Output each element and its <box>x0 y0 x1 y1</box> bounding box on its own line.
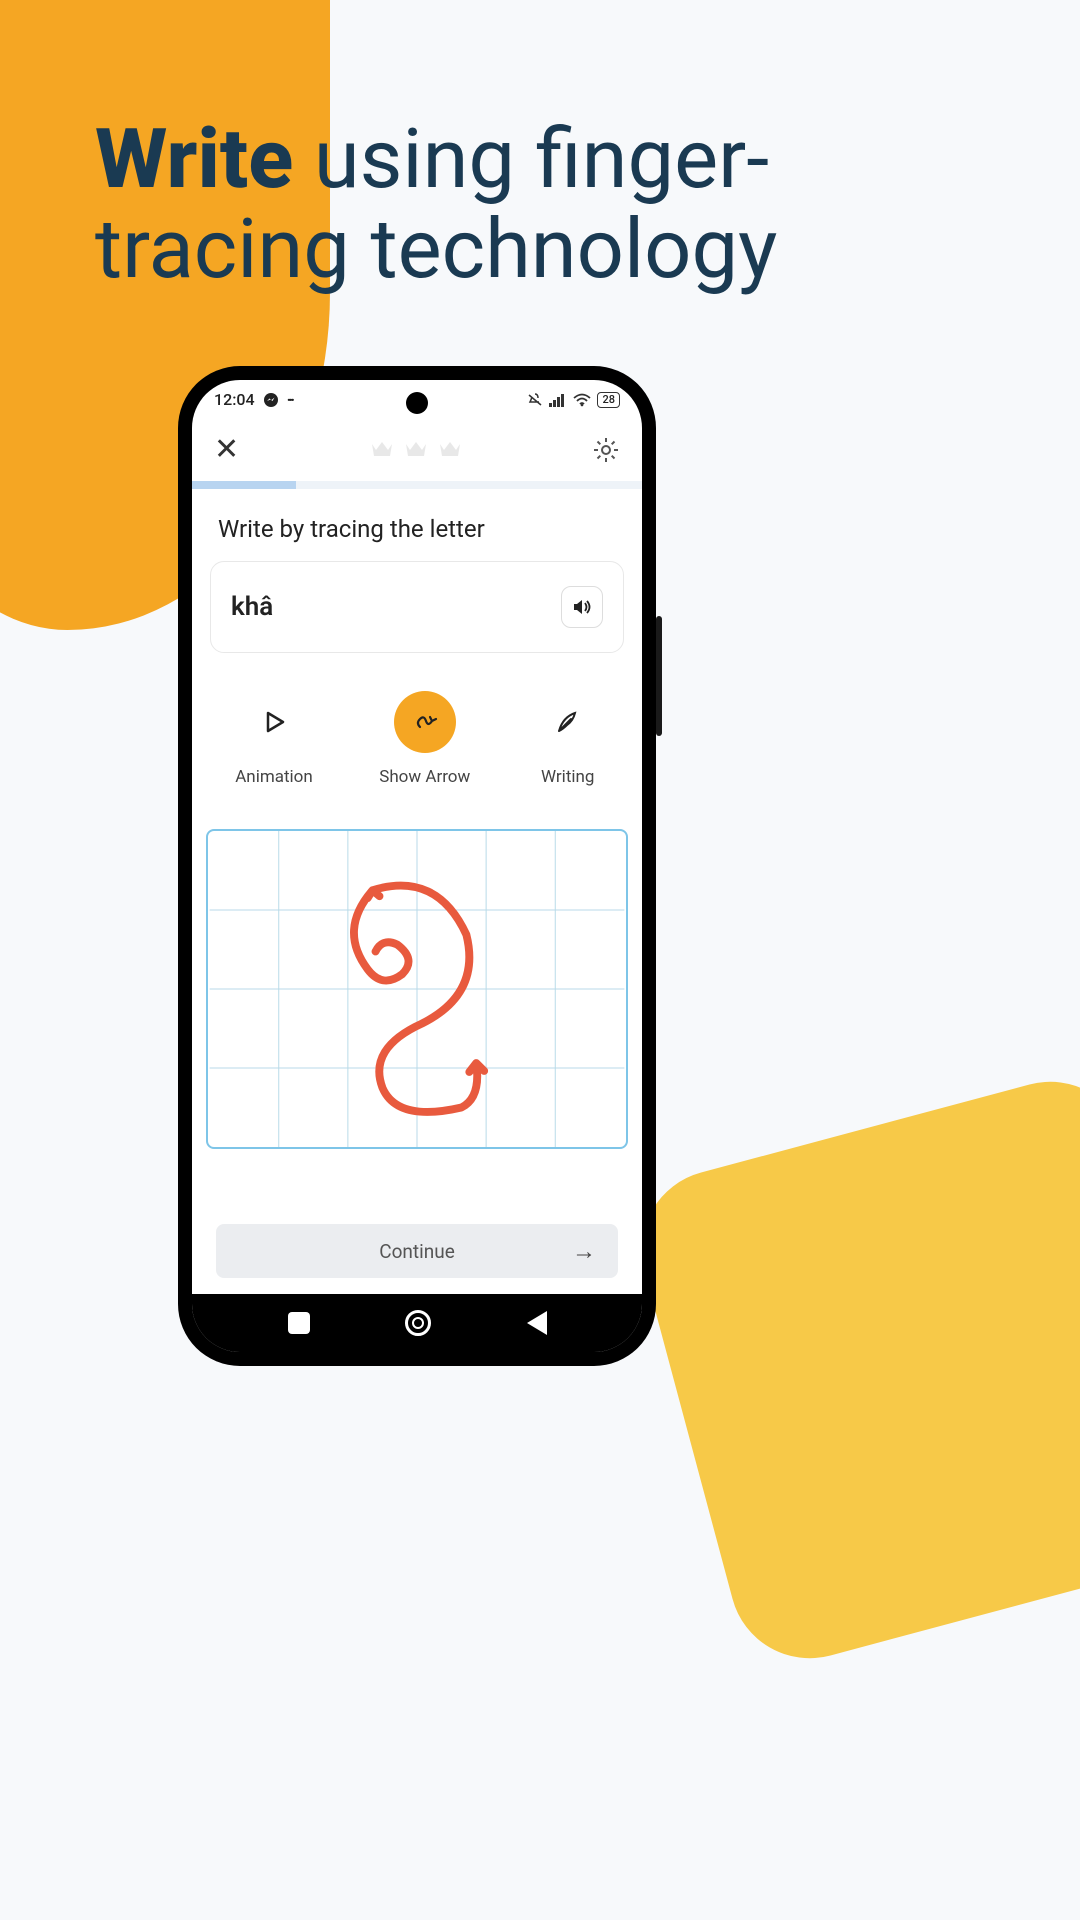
nav-back-icon[interactable] <box>527 1311 547 1335</box>
play-icon <box>243 691 305 753</box>
nav-home-icon[interactable] <box>405 1310 431 1336</box>
word-card: khâ <box>210 561 624 653</box>
status-time: 12:04 <box>214 390 255 409</box>
status-left: 12:04 ··· <box>214 390 292 409</box>
decorative-blob-bottom <box>624 1064 1080 1676</box>
feather-icon <box>537 691 599 753</box>
status-right: 28 <box>527 392 620 408</box>
mode-row: Animation Show Arrow Writing <box>192 653 642 805</box>
gear-icon[interactable] <box>592 436 620 464</box>
nav-recents-icon[interactable] <box>288 1312 310 1334</box>
battery-indicator: 28 <box>597 392 620 408</box>
phone-frame: 12:04 ··· 28 ✕ <box>178 366 656 1366</box>
messenger-icon <box>263 392 279 408</box>
close-icon[interactable]: ✕ <box>214 435 239 465</box>
continue-label: Continue <box>379 1240 455 1263</box>
more-icon: ··· <box>287 390 292 409</box>
headline-bold: Write <box>95 111 293 208</box>
mode-writing[interactable]: Writing <box>537 691 599 787</box>
app-header: ✕ <box>192 415 642 481</box>
phone-screen: 12:04 ··· 28 ✕ <box>192 380 642 1352</box>
signal-icon <box>549 393 567 407</box>
crown-icon <box>370 440 394 460</box>
grid-lines <box>208 831 626 1147</box>
phone-side-button <box>656 616 662 736</box>
arrow-right-icon: → <box>572 1237 596 1266</box>
crown-rating <box>370 440 462 460</box>
mode-show-arrow[interactable]: Show Arrow <box>379 691 470 787</box>
continue-button[interactable]: Continue → <box>216 1224 618 1278</box>
mode-label: Writing <box>541 767 594 787</box>
wifi-icon <box>573 393 591 407</box>
speaker-icon <box>571 596 593 618</box>
crown-icon <box>438 440 462 460</box>
camera-notch <box>406 392 428 414</box>
audio-button[interactable] <box>561 586 603 628</box>
instruction-text: Write by tracing the letter <box>192 489 642 561</box>
headline: Write using finger-tracing technology <box>95 115 1020 294</box>
mode-label: Show Arrow <box>379 767 470 787</box>
dnd-icon <box>527 392 543 408</box>
arrow-loop-icon <box>394 691 456 753</box>
android-nav-bar <box>192 1294 642 1352</box>
tracing-area[interactable] <box>206 829 628 1149</box>
crown-icon <box>404 440 428 460</box>
mode-animation[interactable]: Animation <box>235 691 313 787</box>
progress-fill <box>192 481 296 489</box>
traced-letter <box>354 886 484 1112</box>
mode-label: Animation <box>235 767 313 787</box>
progress-bar <box>192 481 642 489</box>
word-text: khâ <box>231 592 273 622</box>
